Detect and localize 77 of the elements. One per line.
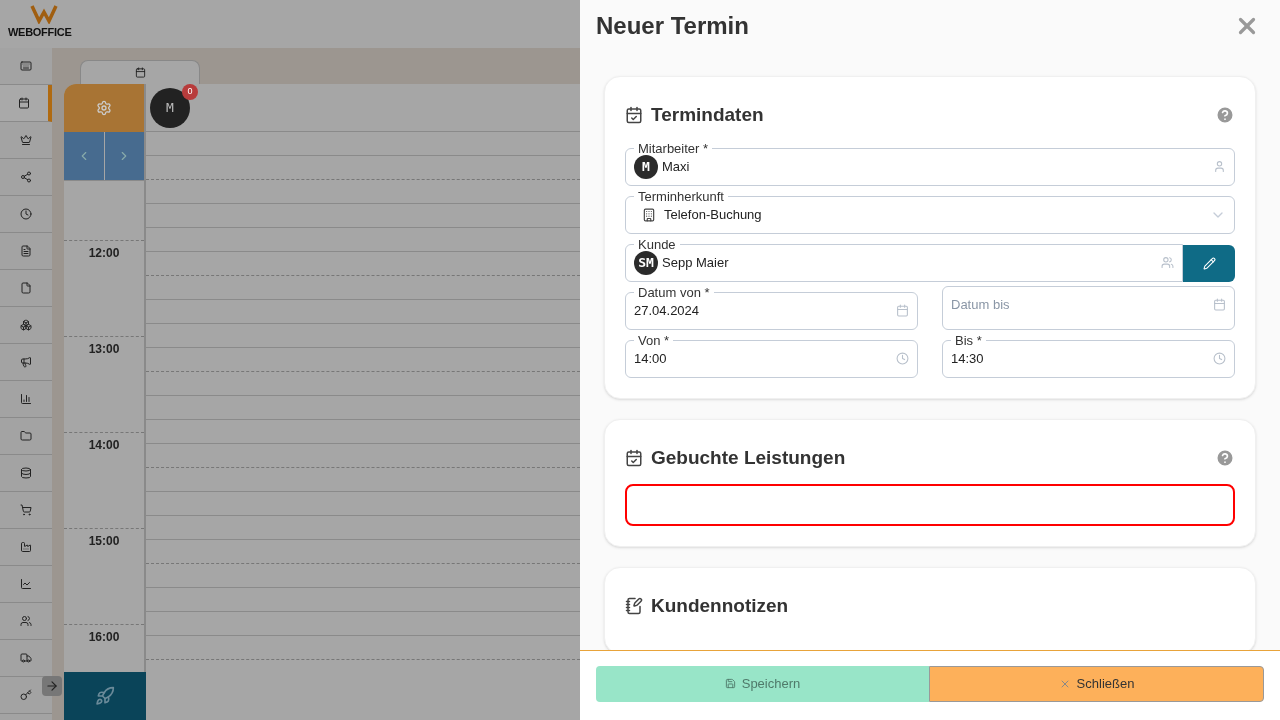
- menu-icon: [20, 245, 32, 257]
- field-value: Maxi: [662, 157, 691, 176]
- edit-button[interactable]: [1183, 244, 1235, 282]
- next-button[interactable]: [104, 132, 144, 180]
- input-field[interactable]: Datum von * 27.04.2024: [625, 285, 918, 330]
- field-label: Mitarbeiter *: [637, 141, 710, 155]
- calendar-icon: [1213, 298, 1226, 311]
- help-icon[interactable]: [1215, 447, 1235, 468]
- input-field[interactable]: Von * 14:00: [625, 333, 918, 378]
- avatar: M: [634, 154, 658, 179]
- menu-icon: [20, 430, 32, 442]
- menu-icon: [20, 393, 32, 405]
- menu-icon: [20, 282, 32, 294]
- field-value: 14:30: [951, 349, 985, 368]
- input-field[interactable]: Bis * 14:30: [942, 333, 1235, 378]
- field-placeholder: Datum bis: [951, 295, 1011, 314]
- field-value: Sepp Maier: [662, 253, 730, 272]
- section-title: Gebuchte Leistungen: [651, 445, 847, 470]
- field-value: 14:00: [634, 349, 668, 368]
- rocket-icon: [95, 686, 115, 706]
- menu-icon: [20, 319, 32, 331]
- pencil-icon: [1202, 256, 1216, 270]
- close-dialog-button[interactable]: Schließen: [929, 665, 1264, 702]
- field-label: Bis *: [954, 333, 983, 347]
- hour-label: 12:00: [87, 245, 121, 262]
- count-badge: 0: [182, 84, 198, 100]
- menu-icon: [20, 504, 32, 516]
- input-field[interactable]: Mitarbeiter * M Maxi: [625, 141, 1235, 186]
- note-pencil-icon: [625, 597, 643, 616]
- calendar-check-icon: [625, 106, 643, 125]
- field-value: Telefon-Buchung: [664, 205, 763, 224]
- menu-icon: [20, 541, 32, 553]
- select-field[interactable]: Terminherkunft Telefon-Buchung: [625, 189, 1235, 234]
- logo-icon: [30, 4, 58, 24]
- menu-icon: [20, 615, 32, 627]
- calendar-icon: [134, 67, 146, 78]
- section-title: Termindaten: [651, 103, 765, 127]
- hour-label: 15:00: [87, 533, 121, 550]
- calendar-tab[interactable]: [80, 60, 200, 84]
- people-icon: [1161, 256, 1174, 269]
- field-value: 27.04.2024: [634, 301, 701, 320]
- rocket-button[interactable]: [64, 672, 146, 720]
- field-label: Datum von *: [637, 285, 711, 299]
- calendar-check-icon: [625, 448, 643, 467]
- logo-text: WEBOFFICE: [8, 25, 73, 40]
- menu-icon: [20, 467, 32, 479]
- calendar-icon: [896, 304, 909, 317]
- menu-icon: [20, 689, 32, 701]
- input-field[interactable]: [625, 484, 1235, 526]
- hour-label: 16:00: [87, 629, 121, 646]
- avatar: SM: [634, 250, 658, 275]
- hour-label: 13:00: [87, 341, 121, 358]
- settings-button[interactable]: [64, 84, 144, 132]
- input-field[interactable]: Kunde SM Sepp Maier: [625, 237, 1183, 282]
- menu-icon: [20, 134, 32, 146]
- help-icon[interactable]: [1215, 105, 1235, 126]
- field-label: Von *: [637, 333, 671, 347]
- menu-icon: [20, 171, 32, 183]
- person-icon: [1213, 160, 1226, 173]
- expand-button[interactable]: [42, 676, 62, 696]
- section-title: Kundennotizen: [651, 594, 790, 618]
- menu-icon: [18, 97, 30, 109]
- sidebar-item[interactable]: [0, 85, 52, 122]
- menu-icon: [20, 652, 32, 664]
- previous-button[interactable]: [64, 132, 105, 180]
- menu-icon: [20, 60, 32, 72]
- dialog-title: Neuer Termin: [596, 11, 749, 41]
- clock-icon: [1213, 352, 1226, 365]
- menu-icon: [20, 578, 32, 590]
- field-label: Terminherkunft: [637, 189, 725, 203]
- save-icon: [724, 678, 736, 689]
- hour-label: 14:00: [87, 437, 121, 454]
- field-label: Kunde: [637, 237, 677, 251]
- menu-icon: [20, 356, 32, 368]
- menu-icon: [20, 208, 32, 220]
- clock-icon: [896, 352, 909, 365]
- gears-icon: [96, 100, 112, 116]
